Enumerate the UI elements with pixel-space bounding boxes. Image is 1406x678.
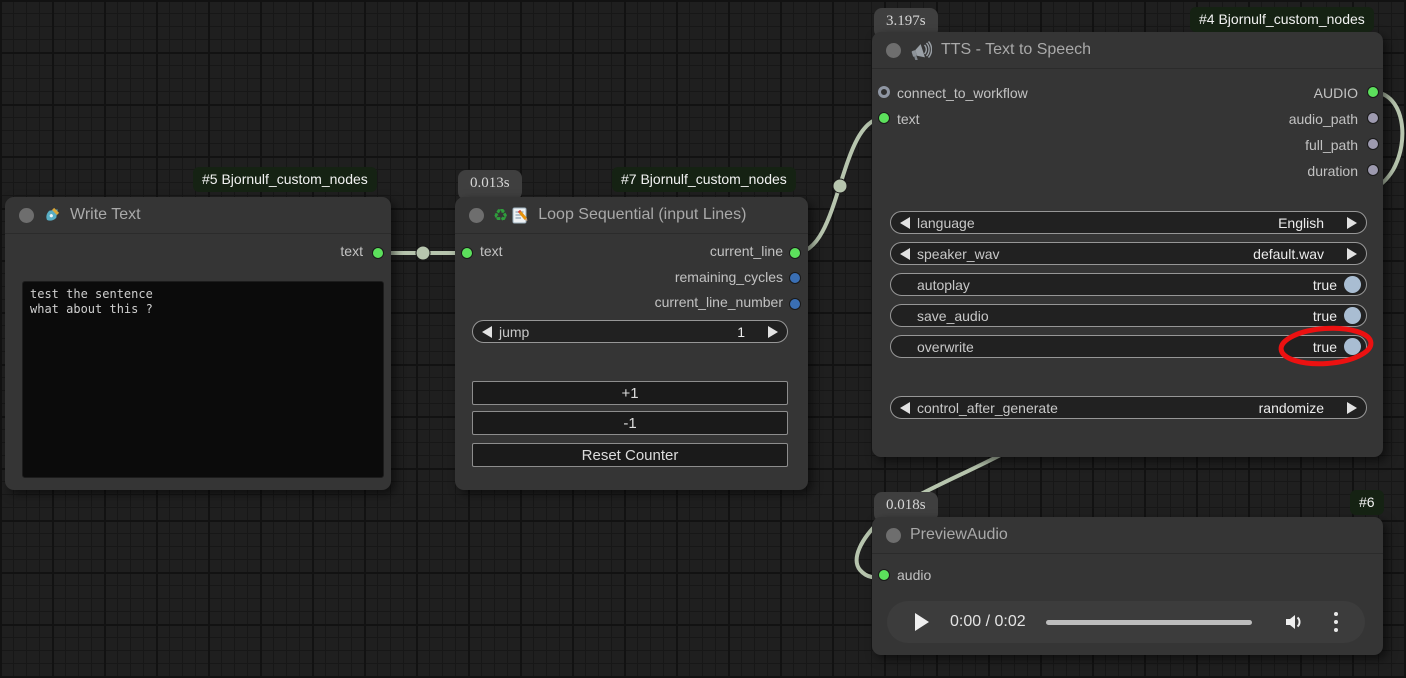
toggle-knob-icon[interactable] — [1344, 307, 1361, 324]
port-loop-text-in[interactable] — [461, 247, 473, 259]
collapse-dot[interactable] — [469, 208, 484, 223]
seek-bar[interactable] — [1046, 620, 1252, 625]
port-tts-full-path-out[interactable] — [1367, 138, 1379, 150]
volume-icon[interactable] — [1284, 612, 1306, 632]
output-label-current-line-number: current_line_number — [583, 294, 783, 310]
node-preview-audio[interactable]: PreviewAudio audio 0:00 / 0:02 — [872, 517, 1383, 655]
exec-time-badge: 0.013s — [458, 170, 522, 200]
output-label-duration: duration — [1158, 163, 1358, 179]
input-label-text: text — [480, 243, 503, 259]
widget-label: control_after_generate — [917, 400, 1058, 416]
minus-one-button[interactable]: -1 — [472, 411, 788, 435]
collapse-dot[interactable] — [886, 43, 901, 58]
widget-label: jump — [499, 324, 529, 340]
autoplay-toggle[interactable]: autoplay true — [890, 273, 1367, 296]
overflow-menu-icon[interactable] — [1334, 612, 1338, 632]
port-tts-audio-out[interactable] — [1367, 86, 1379, 98]
node-title: Write Text — [70, 206, 141, 224]
node-header-loop[interactable]: ♻ Loop Sequential (input Lines) — [455, 197, 808, 234]
decrement-arrow-icon[interactable] — [482, 326, 492, 338]
widget-label: speaker_wav — [917, 246, 1000, 262]
port-loop-current-line-out[interactable] — [789, 247, 801, 259]
collapse-dot[interactable] — [886, 528, 901, 543]
collapse-dot[interactable] — [19, 208, 34, 223]
output-label-full-path: full_path — [1158, 137, 1358, 153]
output-label-current-line: current_line — [583, 243, 783, 259]
player-time: 0:00 / 0:02 — [950, 613, 1026, 631]
control-after-generate-widget[interactable]: control_after_generate randomize — [890, 396, 1367, 419]
widget-value[interactable]: randomize — [1259, 400, 1324, 416]
wire-dot — [416, 246, 430, 260]
input-label-audio: audio — [897, 567, 931, 583]
save-audio-toggle[interactable]: save_audio true — [890, 304, 1367, 327]
toggle-knob-icon[interactable] — [1344, 338, 1361, 355]
overwrite-toggle[interactable]: overwrite true — [890, 335, 1367, 358]
toggle-value: true — [1313, 308, 1337, 324]
node-write-text[interactable]: Write Text text test the sentence what a… — [5, 197, 391, 490]
node-title: Loop Sequential (input Lines) — [538, 206, 746, 224]
port-writetext-text-out[interactable] — [372, 247, 384, 259]
plus-one-button[interactable]: +1 — [472, 381, 788, 405]
memo-icon — [512, 207, 529, 224]
prev-option-arrow-icon[interactable] — [900, 402, 910, 414]
node-badge-tts: #4 Bjornulf_custom_nodes — [1190, 7, 1374, 32]
toggle-knob-icon[interactable] — [1344, 276, 1361, 293]
node-header-preview[interactable]: PreviewAudio — [872, 517, 1383, 554]
input-label-connect-to-workflow: connect_to_workflow — [897, 85, 1028, 101]
node-header-write-text[interactable]: Write Text — [5, 197, 391, 234]
widget-value[interactable]: default.wav — [1253, 246, 1324, 262]
output-label-remaining-cycles: remaining_cycles — [583, 269, 783, 285]
input-label-text: text — [897, 111, 920, 127]
play-button-icon[interactable] — [915, 613, 929, 631]
port-tts-connect-in[interactable] — [878, 86, 890, 98]
language-widget[interactable]: language English — [890, 211, 1367, 234]
widget-label: overwrite — [917, 339, 974, 355]
prev-option-arrow-icon[interactable] — [900, 217, 910, 229]
toggle-value: true — [1313, 277, 1337, 293]
port-tts-audio-path-out[interactable] — [1367, 112, 1379, 124]
node-badge-preview: #6 — [1350, 490, 1384, 515]
port-preview-audio-in[interactable] — [878, 569, 890, 581]
write-text-textarea[interactable]: test the sentence what about this ? — [22, 281, 384, 478]
widget-label: save_audio — [917, 308, 989, 324]
audio-player[interactable]: 0:00 / 0:02 — [887, 601, 1365, 643]
port-tts-text-in[interactable] — [878, 112, 890, 124]
output-label-audio: AUDIO — [1158, 85, 1358, 101]
port-tts-duration-out[interactable] — [1367, 164, 1379, 176]
toggle-value: true — [1313, 339, 1337, 355]
loudspeaker-icon — [910, 40, 932, 60]
node-tts[interactable]: TTS - Text to Speech connect_to_workflow… — [872, 32, 1383, 457]
pen-nib-icon — [43, 206, 61, 224]
reset-counter-button[interactable]: Reset Counter — [472, 443, 788, 467]
node-graph-canvas[interactable]: #5 Bjornulf_custom_nodes Write Text text… — [0, 0, 1406, 678]
node-title: PreviewAudio — [910, 526, 1008, 544]
node-loop-sequential[interactable]: ♻ Loop Sequential (input Lines) text cur… — [455, 197, 808, 490]
port-loop-current-line-number-out[interactable] — [789, 298, 801, 310]
recycle-icon: ♻ — [493, 207, 508, 224]
output-label-audio-path: audio_path — [1158, 111, 1358, 127]
port-loop-remaining-cycles-out[interactable] — [789, 272, 801, 284]
wire-dot — [833, 179, 847, 193]
widget-label: autoplay — [917, 277, 970, 293]
node-badge-loop: #7 Bjornulf_custom_nodes — [612, 167, 796, 192]
node-badge-write-text: #5 Bjornulf_custom_nodes — [193, 167, 377, 192]
widget-label: language — [917, 215, 975, 231]
jump-widget[interactable]: jump 1 — [472, 320, 788, 343]
increment-arrow-icon[interactable] — [768, 326, 778, 338]
node-title: TTS - Text to Speech — [941, 41, 1091, 59]
next-option-arrow-icon[interactable] — [1347, 217, 1357, 229]
next-option-arrow-icon[interactable] — [1347, 248, 1357, 260]
node-header-tts[interactable]: TTS - Text to Speech — [872, 32, 1383, 69]
next-option-arrow-icon[interactable] — [1347, 402, 1357, 414]
prev-option-arrow-icon[interactable] — [900, 248, 910, 260]
speaker-wav-widget[interactable]: speaker_wav default.wav — [890, 242, 1367, 265]
widget-value[interactable]: 1 — [737, 324, 745, 340]
output-label-text: text — [283, 243, 363, 259]
widget-value[interactable]: English — [1278, 215, 1324, 231]
